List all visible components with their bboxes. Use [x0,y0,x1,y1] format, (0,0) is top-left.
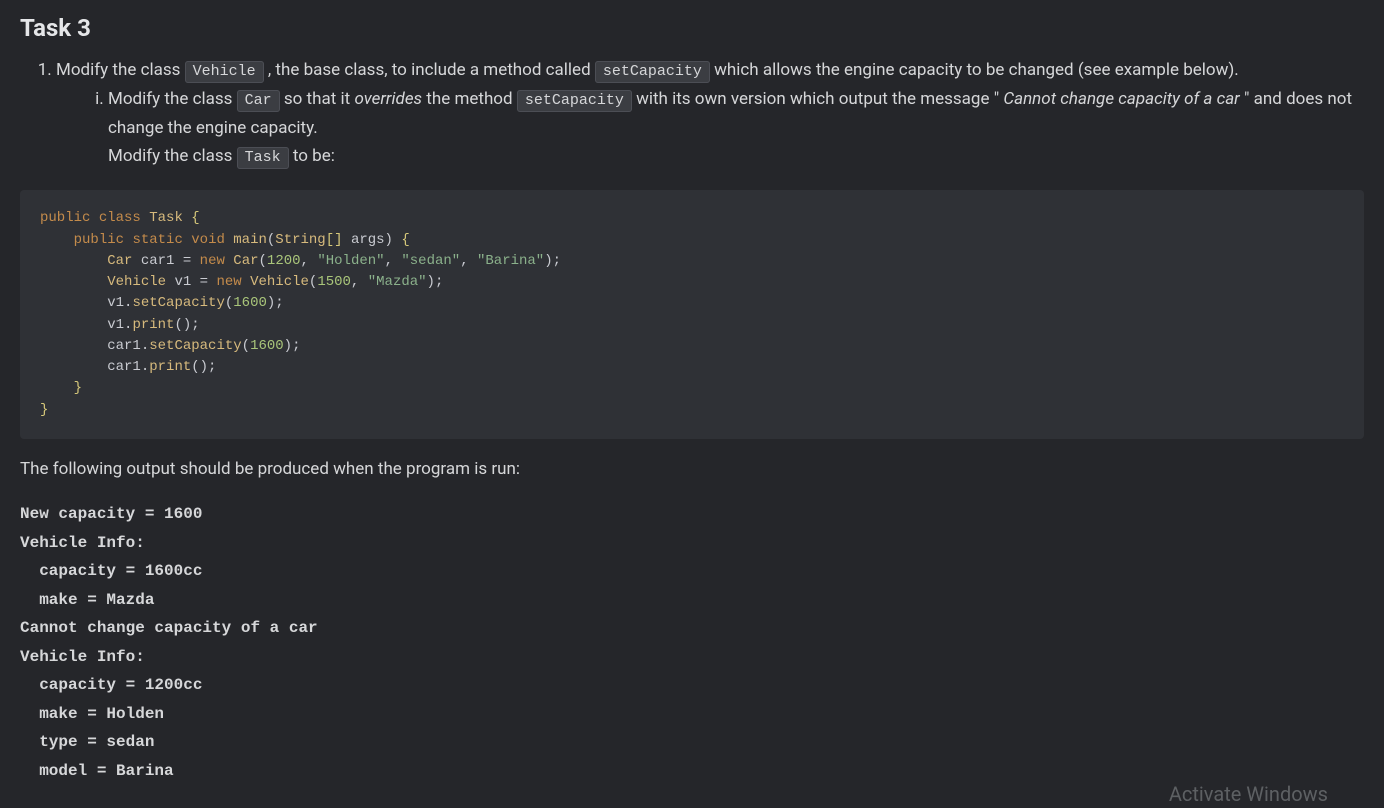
kw-class: class [99,210,141,226]
type-string: String [275,232,325,248]
kw-void: void [191,232,225,248]
id-setcapacity: setCapacity [132,295,224,311]
kw-public: public [40,210,90,226]
id-print: print [149,359,191,375]
kw-public: public [74,232,124,248]
code-block: public class Task { public static void m… [20,190,1364,439]
id-v1: v1 [174,274,191,290]
inline-code-car: Car [237,90,280,112]
type-vehicle: Vehicle [250,274,309,290]
type-task: Task [149,210,183,226]
id-v1: v1 [107,295,124,311]
text: to be: [293,146,335,166]
list-item-1: Modify the class Vehicle , the base clas… [56,56,1364,170]
text: , the base class, to include a method ca… [268,60,595,80]
id-car1: car1 [107,359,141,375]
num-1500: 1500 [317,274,351,290]
num-1600: 1600 [233,295,267,311]
id-main: main [233,232,267,248]
id-v1: v1 [107,317,124,333]
windows-activation-watermark: Activate Windows [1169,782,1328,806]
ordered-list-top: Modify the class Vehicle , the base clas… [34,56,1364,170]
page-title: Task 3 [20,14,1364,42]
id-args: args [351,232,385,248]
str-holden: "Holden" [317,253,384,269]
type-car: Car [233,253,258,269]
id-car1: car1 [107,338,141,354]
text: the method [426,89,517,109]
num-1200: 1200 [267,253,301,269]
type-vehicle: Vehicle [107,274,166,290]
text: so that it [284,89,355,109]
sub-paragraph: Modify the class Task to be: [108,142,1364,171]
kw-new: new [216,274,241,290]
kw-static: static [132,232,182,248]
str-barina: "Barina" [477,253,544,269]
text: which allows the engine capacity to be c… [714,60,1239,80]
type-car: Car [107,253,132,269]
id-car1: car1 [141,253,175,269]
outro-text: The following output should be produced … [20,457,1364,483]
text: Modify the class [108,89,237,109]
str-sedan: "sedan" [401,253,460,269]
text: Modify the class [56,60,185,80]
text: with its own version which output the me… [636,89,999,109]
document-page: Task 3 Modify the class Vehicle , the ba… [0,0,1384,785]
emphasis-cannot-change: Cannot change capacity of a car [1003,89,1239,109]
inline-code-vehicle: Vehicle [185,61,264,83]
kw-new: new [200,253,225,269]
inline-code-setcapacity: setCapacity [595,61,710,83]
list-item-sub-1: Modify the class Car so that it override… [108,85,1364,171]
inline-code-setcapacity-2: setCapacity [517,90,632,112]
emphasis-overrides: overrides [354,89,422,109]
expected-output: New capacity = 1600 Vehicle Info: capaci… [20,500,1364,785]
id-print: print [132,317,174,333]
inline-code-task: Task [237,147,289,169]
ordered-list-sub: Modify the class Car so that it override… [86,85,1364,171]
text: Modify the class [108,146,237,166]
id-setcapacity: setCapacity [149,338,241,354]
num-1600: 1600 [250,338,284,354]
str-mazda: "Mazda" [368,274,427,290]
